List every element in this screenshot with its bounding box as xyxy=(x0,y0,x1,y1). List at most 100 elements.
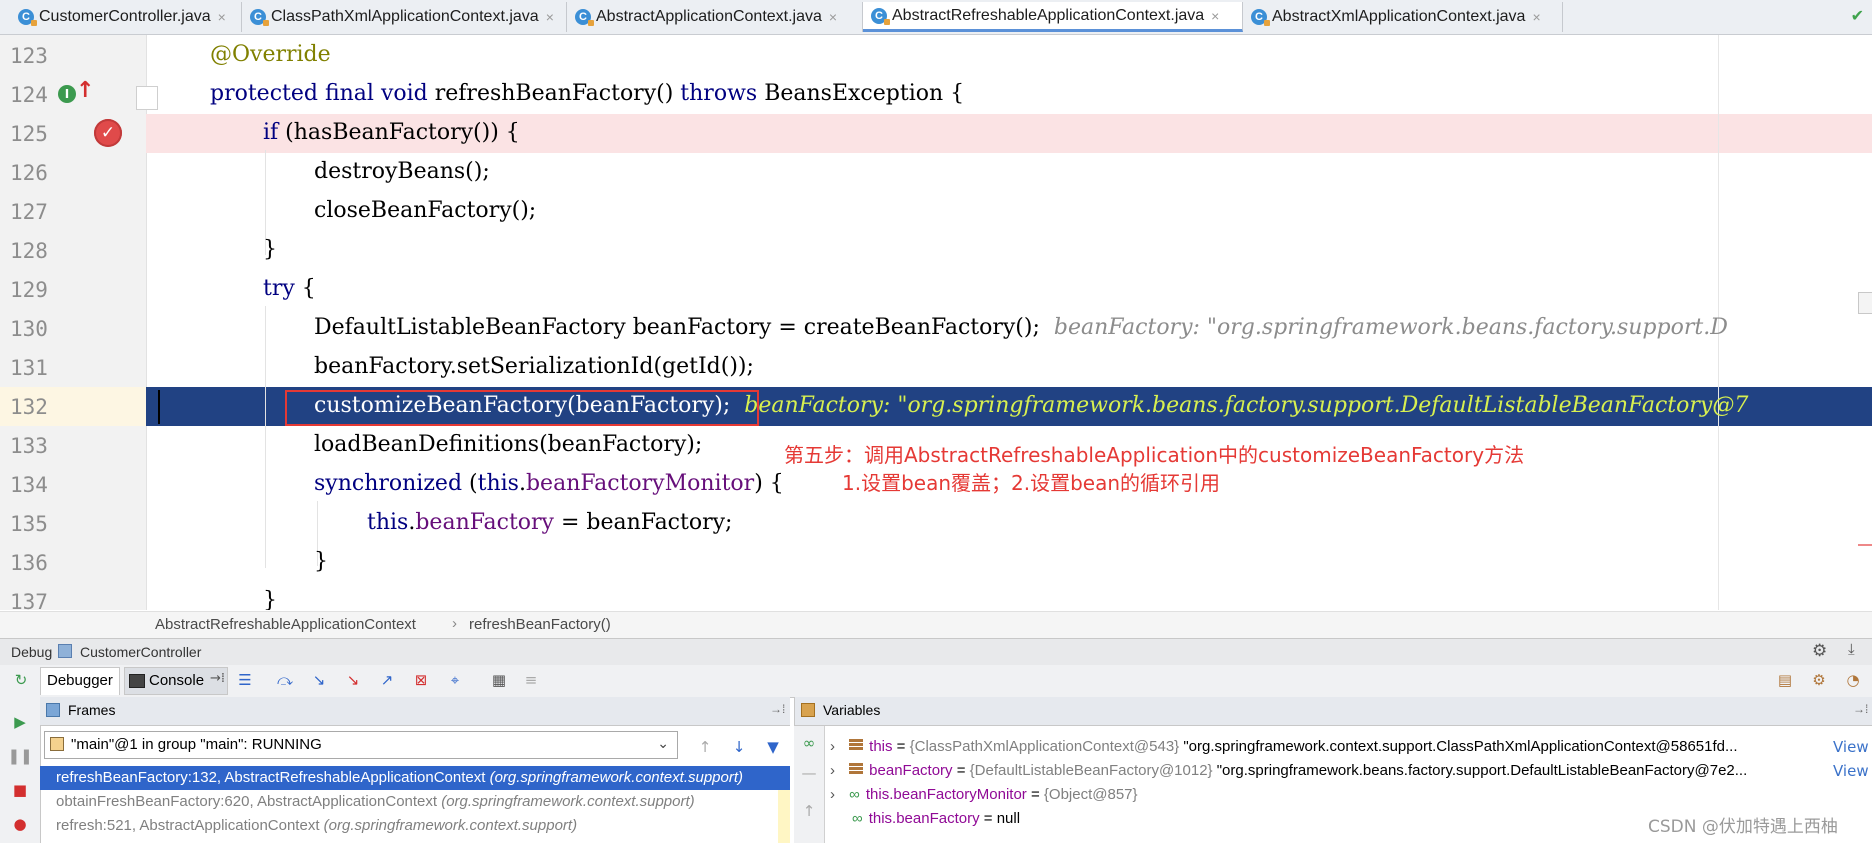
pin-icon[interactable]: →⁞ xyxy=(1853,702,1868,716)
step-over-icon[interactable]: ⤼ xyxy=(274,669,296,691)
scroll-marker[interactable] xyxy=(1858,292,1872,314)
drop-frame-icon[interactable]: ⊠ xyxy=(410,669,432,691)
frames-scroll-strip xyxy=(778,790,790,843)
view-link[interactable]: View xyxy=(1833,759,1869,783)
tab-debugger[interactable]: Debugger xyxy=(40,667,120,695)
close-icon[interactable]: × xyxy=(829,9,837,25)
tab-abstract-application-context[interactable]: C AbstractApplicationContext.java × xyxy=(567,2,863,32)
tab-abstract-xml-application-context[interactable]: C AbstractXmlApplicationContext.java × xyxy=(1243,2,1563,32)
tab-abstract-refreshable-application-context[interactable]: C AbstractRefreshableApplicationContext.… xyxy=(863,2,1243,32)
variable-eq: = xyxy=(1026,786,1044,803)
evaluate-expression-icon[interactable]: ▦ xyxy=(488,669,510,691)
trace-icon[interactable]: ≡ xyxy=(520,669,542,691)
close-icon[interactable]: × xyxy=(218,9,226,25)
line-number: 137 xyxy=(10,590,48,610)
remove-watch-icon[interactable]: — xyxy=(798,762,820,784)
settings-icon[interactable]: ⚙ xyxy=(1808,669,1830,691)
stop-icon[interactable]: ■ xyxy=(9,779,31,801)
check-icon: ✔ xyxy=(1850,6,1864,25)
tab-label: ClassPathXmlApplicationContext.java xyxy=(271,8,539,25)
fold-marker-icon[interactable] xyxy=(136,86,158,110)
variable-type: {ClassPathXmlApplicationContext@543} xyxy=(909,738,1180,755)
keyword-token: try xyxy=(263,276,295,301)
breadcrumb-method[interactable]: refreshBeanFactory() xyxy=(469,616,611,633)
override-arrow-icon[interactable]: ↑ xyxy=(76,78,94,103)
thread-selector[interactable]: "main"@1 in group "main": RUNNING ⌄ xyxy=(44,731,678,759)
variable-value: "org.springframework.beans.factory.suppo… xyxy=(1212,762,1748,779)
line-number: 130 xyxy=(10,317,48,341)
run-config-icon xyxy=(58,644,72,658)
chevron-right-icon[interactable]: › xyxy=(830,762,835,779)
force-step-into-icon[interactable]: ↘ xyxy=(342,669,364,691)
move-up-icon[interactable]: ↑ xyxy=(798,800,820,822)
chevron-down-icon[interactable]: ⌄ xyxy=(657,735,669,752)
filter-icon[interactable]: ▼ xyxy=(762,736,784,758)
next-frame-icon[interactable]: ↓ xyxy=(728,736,750,758)
code-line-136: } xyxy=(314,549,328,574)
previous-frame-icon[interactable]: ↑ xyxy=(694,736,716,758)
debug-side-toolbar: ▶ ❚❚ ■ ● xyxy=(0,697,41,843)
rerun-icon[interactable]: ↻ xyxy=(10,669,32,691)
field-token: beanFactoryMonitor xyxy=(525,471,755,496)
frame-row[interactable]: refresh:521, AbstractApplicationContext … xyxy=(40,814,790,838)
gear-icon[interactable]: ⚙ xyxy=(1812,641,1827,661)
line-number: 124 xyxy=(10,83,48,107)
run-config-name[interactable]: CustomerController xyxy=(80,644,201,660)
new-watch-icon[interactable]: ∞ xyxy=(798,732,820,754)
breadcrumb: AbstractRefreshableApplicationContext › … xyxy=(0,611,1872,638)
variable-row[interactable]: › beanFactory = {DefaultListableBeanFact… xyxy=(830,759,1747,783)
frame-package: (org.springframework.context.support) xyxy=(323,817,578,834)
close-icon[interactable]: × xyxy=(1532,9,1540,25)
line-number: 125 xyxy=(10,122,48,146)
code-text: BeansException { xyxy=(757,81,965,106)
pin-icon[interactable]: →⁞ xyxy=(210,671,225,686)
variable-name: this.beanFactoryMonitor xyxy=(865,786,1027,803)
console-icon xyxy=(129,674,145,688)
close-icon[interactable]: × xyxy=(546,9,554,25)
code-text: ( xyxy=(462,471,478,496)
highlight-box xyxy=(285,390,759,426)
variable-row[interactable]: ∞ this.beanFactory = null xyxy=(830,807,1020,831)
code-line-134: synchronized (this.beanFactoryMonitor) { xyxy=(314,471,784,496)
code-text: . xyxy=(518,471,526,496)
step-into-icon[interactable]: ↘ xyxy=(308,669,330,691)
run-to-cursor-icon[interactable]: ⌖ xyxy=(444,669,466,691)
field-icon xyxy=(849,763,864,775)
class-file-icon: C xyxy=(1251,9,1270,26)
chevron-right-icon[interactable]: › xyxy=(830,786,835,803)
breadcrumb-class[interactable]: AbstractRefreshableApplicationContext xyxy=(155,616,416,633)
restore-layout-icon[interactable]: ▤ xyxy=(1774,669,1796,691)
line-number: 126 xyxy=(10,161,48,185)
variable-type: {DefaultListableBeanFactory@1012} xyxy=(969,762,1213,779)
pause-icon[interactable]: ❚❚ xyxy=(7,745,32,767)
tab-customer-controller[interactable]: C CustomerController.java × xyxy=(10,2,242,32)
view-link[interactable]: View xyxy=(1833,735,1869,759)
view-breakpoints-icon[interactable]: ● xyxy=(9,813,31,835)
class-file-icon: C xyxy=(250,9,269,26)
frame-method: obtainFreshBeanFactory:620, AbstractAppl… xyxy=(56,793,442,810)
breakpoint-icon[interactable]: ✓ xyxy=(94,119,122,147)
frame-row[interactable]: obtainFreshBeanFactory:620, AbstractAppl… xyxy=(40,790,790,814)
frame-row[interactable]: refreshBeanFactory:132, AbstractRefresha… xyxy=(40,766,790,790)
show-execution-point-icon[interactable]: ☰ xyxy=(234,669,256,691)
code-line-130: DefaultListableBeanFactory beanFactory =… xyxy=(314,315,1870,340)
error-stripe-marker[interactable] xyxy=(1858,544,1872,546)
line-number: 136 xyxy=(10,551,48,575)
implements-icon[interactable]: I xyxy=(58,85,76,103)
code-line-124: protected final void refreshBeanFactory(… xyxy=(210,81,964,106)
code-line-133: loadBeanDefinitions(beanFactory); xyxy=(314,432,703,457)
speedometer-icon[interactable]: ◔ xyxy=(1842,669,1864,691)
tab-classpath-xml-application-context[interactable]: C ClassPathXmlApplicationContext.java × xyxy=(242,2,567,32)
close-icon[interactable]: × xyxy=(1211,8,1219,24)
tab-label: AbstractXmlApplicationContext.java xyxy=(1272,8,1526,25)
frame-package: (org.springframework.context.support) xyxy=(441,793,695,810)
resume-icon[interactable]: ▶ xyxy=(9,711,31,733)
chevron-right-icon[interactable]: › xyxy=(830,738,835,755)
pin-icon[interactable]: →⁞ xyxy=(770,702,785,716)
keyword-token: this xyxy=(367,510,409,535)
step-out-icon[interactable]: ↗ xyxy=(376,669,398,691)
thread-icon xyxy=(50,737,64,751)
variable-row[interactable]: › ∞ this.beanFactoryMonitor = {Object@857… xyxy=(830,783,1138,807)
minimize-icon[interactable]: ⤓ xyxy=(1848,641,1855,658)
variable-row[interactable]: › this = {ClassPathXmlApplicationContext… xyxy=(830,735,1738,759)
